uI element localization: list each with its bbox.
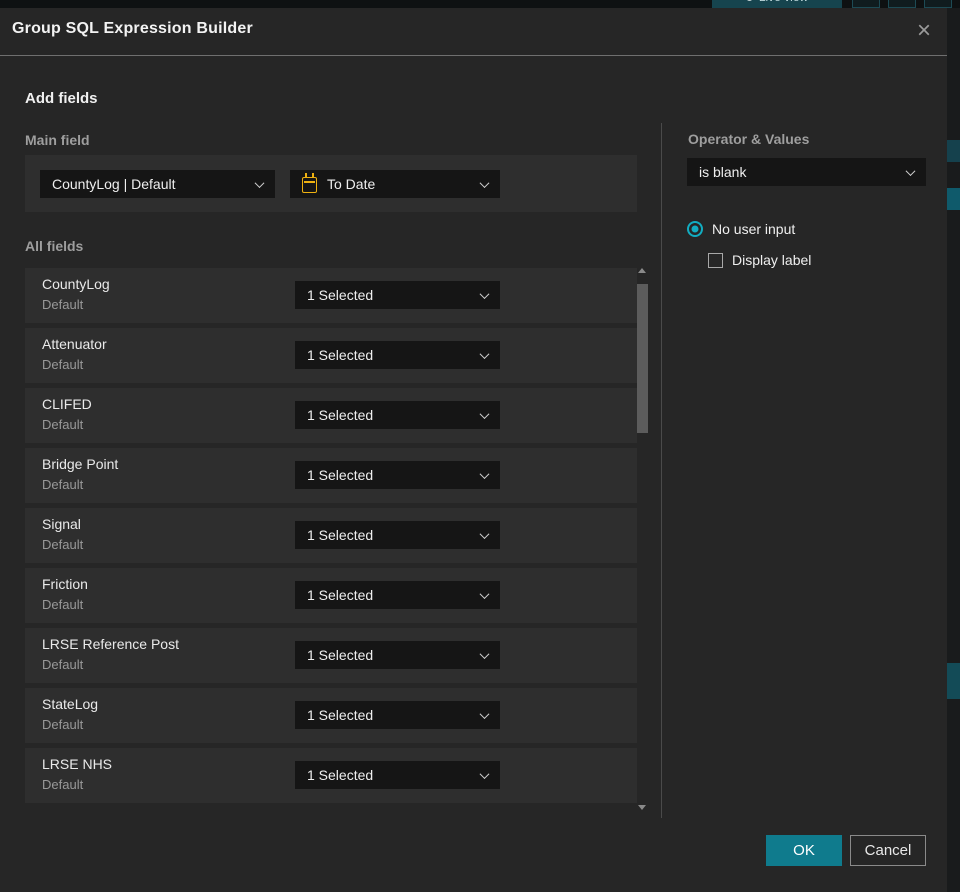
field-subtitle: Default [42, 717, 84, 732]
field-selection-value: 1 Selected [307, 527, 374, 543]
live-view-dot-icon [745, 0, 753, 1]
display-label-option[interactable]: Display label [708, 252, 811, 268]
display-label-label: Display label [732, 252, 812, 268]
chevron-down-icon [479, 768, 490, 779]
field-selection-value: 1 Selected [307, 707, 374, 723]
field-selection-value: 1 Selected [307, 467, 374, 483]
field-selection-value: 1 Selected [307, 587, 374, 603]
panel-divider [661, 123, 662, 818]
field-name: LRSE NHS [42, 756, 113, 772]
chevron-down-icon [479, 348, 490, 359]
field-name: LRSE Reference Post [42, 636, 179, 652]
field-selection-dropdown[interactable]: 1 Selected [295, 461, 500, 489]
close-icon[interactable]: × [907, 14, 941, 48]
chevron-down-icon [479, 648, 490, 659]
operator-select[interactable]: is blank [687, 158, 926, 186]
field-subtitle: Default [42, 597, 84, 612]
operator-values-label: Operator & Values [688, 131, 810, 147]
field-selection-dropdown[interactable]: 1 Selected [295, 341, 500, 369]
field-name: Signal [42, 516, 81, 532]
scrollbar-thumb[interactable] [637, 284, 648, 433]
field-row-signal: Signal Default 1 Selected [25, 508, 637, 563]
field-subtitle: Default [42, 477, 84, 492]
cancel-button[interactable]: Cancel [850, 835, 926, 866]
calendar-icon [302, 173, 317, 193]
scroll-up-icon[interactable] [638, 268, 646, 273]
chevron-down-icon [479, 177, 490, 188]
main-field-type-value: To Date [327, 176, 376, 192]
field-name: Bridge Point [42, 456, 119, 472]
field-subtitle: Default [42, 537, 84, 552]
fields-scrollbar[interactable] [634, 260, 649, 816]
field-subtitle: Default [42, 657, 84, 672]
background-page-edge [947, 8, 960, 892]
live-view-button[interactable]: Live view [712, 0, 842, 8]
field-name: StateLog [42, 696, 99, 712]
field-selection-value: 1 Selected [307, 767, 374, 783]
radio-selected-icon[interactable] [687, 221, 703, 237]
main-field-type-select[interactable]: To Date [290, 170, 500, 198]
operator-select-value: is blank [699, 164, 747, 180]
background-toolbar-button[interactable] [888, 0, 916, 8]
field-selection-value: 1 Selected [307, 347, 374, 363]
checkbox-unchecked-icon[interactable] [708, 252, 723, 268]
field-selection-dropdown[interactable]: 1 Selected [295, 521, 500, 549]
background-teal-block [947, 663, 960, 699]
field-name: CountyLog [42, 276, 110, 292]
add-fields-heading: Add fields [25, 90, 98, 107]
field-selection-value: 1 Selected [307, 647, 374, 663]
main-field-box: CountyLog | Default To Date [25, 155, 637, 212]
chevron-down-icon [905, 165, 916, 176]
background-teal-block [947, 140, 960, 162]
field-row-countylog: CountyLog Default 1 Selected [25, 268, 637, 323]
main-field-label: Main field [25, 132, 90, 148]
chevron-down-icon [479, 588, 490, 599]
field-subtitle: Default [42, 417, 84, 432]
field-selection-dropdown[interactable]: 1 Selected [295, 641, 500, 669]
field-row-friction: Friction Default 1 Selected [25, 568, 637, 623]
field-name: Attenuator [42, 336, 107, 352]
dialog-header: Group SQL Expression Builder × [0, 8, 947, 56]
chevron-down-icon [479, 288, 490, 299]
background-teal-block [947, 188, 960, 210]
field-row-bridge-point: Bridge Point Default 1 Selected [25, 448, 637, 503]
main-field-select[interactable]: CountyLog | Default [40, 170, 275, 198]
field-selection-value: 1 Selected [307, 407, 374, 423]
ok-button[interactable]: OK [766, 835, 842, 866]
field-subtitle: Default [42, 297, 84, 312]
no-user-input-option[interactable]: No user input [687, 221, 795, 237]
field-selection-dropdown[interactable]: 1 Selected [295, 761, 500, 789]
dialog-title: Group SQL Expression Builder [12, 20, 253, 37]
field-subtitle: Default [42, 357, 84, 372]
group-sql-expression-builder-dialog: Group SQL Expression Builder × Add field… [0, 8, 947, 892]
field-name: CLIFED [42, 396, 92, 412]
background-toolbar: Live view [0, 0, 960, 8]
field-name: Friction [42, 576, 88, 592]
field-selection-dropdown[interactable]: 1 Selected [295, 281, 500, 309]
field-row-lrse-reference-post: LRSE Reference Post Default 1 Selected [25, 628, 637, 683]
field-selection-dropdown[interactable]: 1 Selected [295, 581, 500, 609]
chevron-down-icon [254, 177, 265, 188]
field-selection-value: 1 Selected [307, 287, 374, 303]
field-row-statelog: StateLog Default 1 Selected [25, 688, 637, 743]
chevron-down-icon [479, 528, 490, 539]
chevron-down-icon [479, 468, 490, 479]
field-selection-dropdown[interactable]: 1 Selected [295, 701, 500, 729]
scroll-down-icon[interactable] [638, 805, 646, 810]
field-row-attenuator: Attenuator Default 1 Selected [25, 328, 637, 383]
field-row-lrse-nhs: LRSE NHS Default 1 Selected [25, 748, 637, 803]
chevron-down-icon [479, 708, 490, 719]
live-view-label: Live view [759, 0, 808, 4]
chevron-down-icon [479, 408, 490, 419]
all-fields-label: All fields [25, 238, 84, 254]
field-subtitle: Default [42, 777, 84, 792]
no-user-input-label: No user input [712, 221, 796, 237]
background-toolbar-button[interactable] [852, 0, 880, 8]
main-field-select-value: CountyLog | Default [52, 176, 176, 192]
background-toolbar-button[interactable] [924, 0, 952, 8]
field-row-clifed: CLIFED Default 1 Selected [25, 388, 637, 443]
field-selection-dropdown[interactable]: 1 Selected [295, 401, 500, 429]
